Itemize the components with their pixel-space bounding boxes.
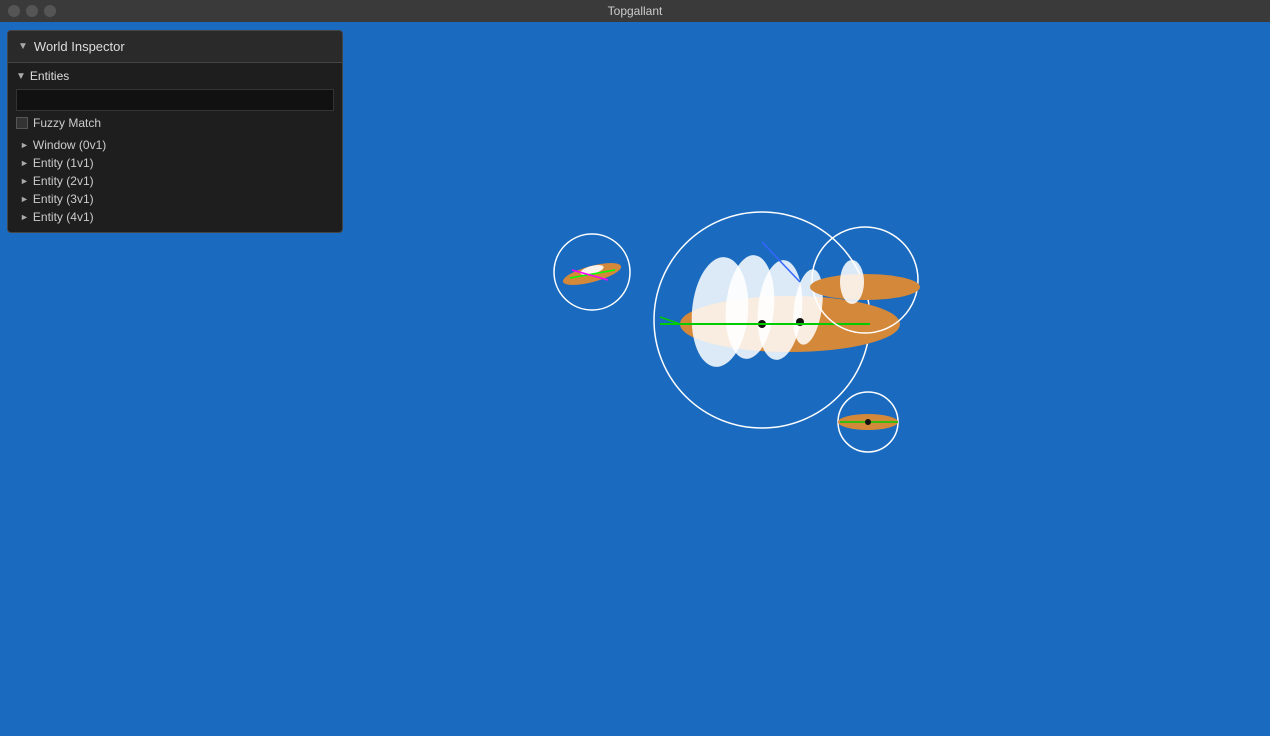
entities-label: Entities	[30, 69, 69, 83]
close-button[interactable]	[8, 5, 20, 17]
search-input[interactable]	[16, 89, 334, 111]
fuzzy-match-checkbox[interactable]	[16, 117, 28, 129]
window-controls	[8, 5, 56, 17]
inspector-panel: ▼ World Inspector ▼ Entities Fuzzy Match…	[7, 30, 343, 233]
entity-list-item-0[interactable]: ► Window (0v1)	[16, 136, 334, 154]
titlebar: Topgallant	[0, 0, 1270, 22]
entity-arrow-1: ►	[20, 158, 29, 168]
inspector-header: ▼ World Inspector	[8, 31, 342, 63]
entities-collapse-arrow[interactable]: ▼	[16, 71, 26, 82]
entity-arrow-0: ►	[20, 140, 29, 150]
entity-label-4: Entity (4v1)	[33, 210, 94, 224]
entity-arrow-4: ►	[20, 212, 29, 222]
entity-label-3: Entity (3v1)	[33, 192, 94, 206]
entity-label-1: Entity (1v1)	[33, 156, 94, 170]
app-title: Topgallant	[608, 4, 663, 18]
minimize-button[interactable]	[26, 5, 38, 17]
entity-arrow-3: ►	[20, 194, 29, 204]
fuzzy-match-label: Fuzzy Match	[33, 116, 101, 130]
maximize-button[interactable]	[44, 5, 56, 17]
entity-label-0: Window (0v1)	[33, 138, 106, 152]
entities-section: ▼ Entities Fuzzy Match ► Window (0v1) ► Ent…	[8, 63, 342, 232]
inspector-title: World Inspector	[34, 39, 125, 54]
entity-list-item-2[interactable]: ► Entity (2v1)	[16, 172, 334, 190]
entity-arrow-2: ►	[20, 176, 29, 186]
entities-header: ▼ Entities	[16, 69, 334, 83]
entity-label-2: Entity (2v1)	[33, 174, 94, 188]
entity-list-item-3[interactable]: ► Entity (3v1)	[16, 190, 334, 208]
entity-list-item-4[interactable]: ► Entity (4v1)	[16, 208, 334, 226]
entity-list: ►Window (0v1)►Entity (1v1)►Entity (2v1)►…	[16, 136, 334, 226]
inspector-collapse-arrow[interactable]: ▼	[18, 41, 28, 52]
fuzzy-match-row: Fuzzy Match	[16, 116, 334, 130]
entity-list-item-1[interactable]: ► Entity (1v1)	[16, 154, 334, 172]
